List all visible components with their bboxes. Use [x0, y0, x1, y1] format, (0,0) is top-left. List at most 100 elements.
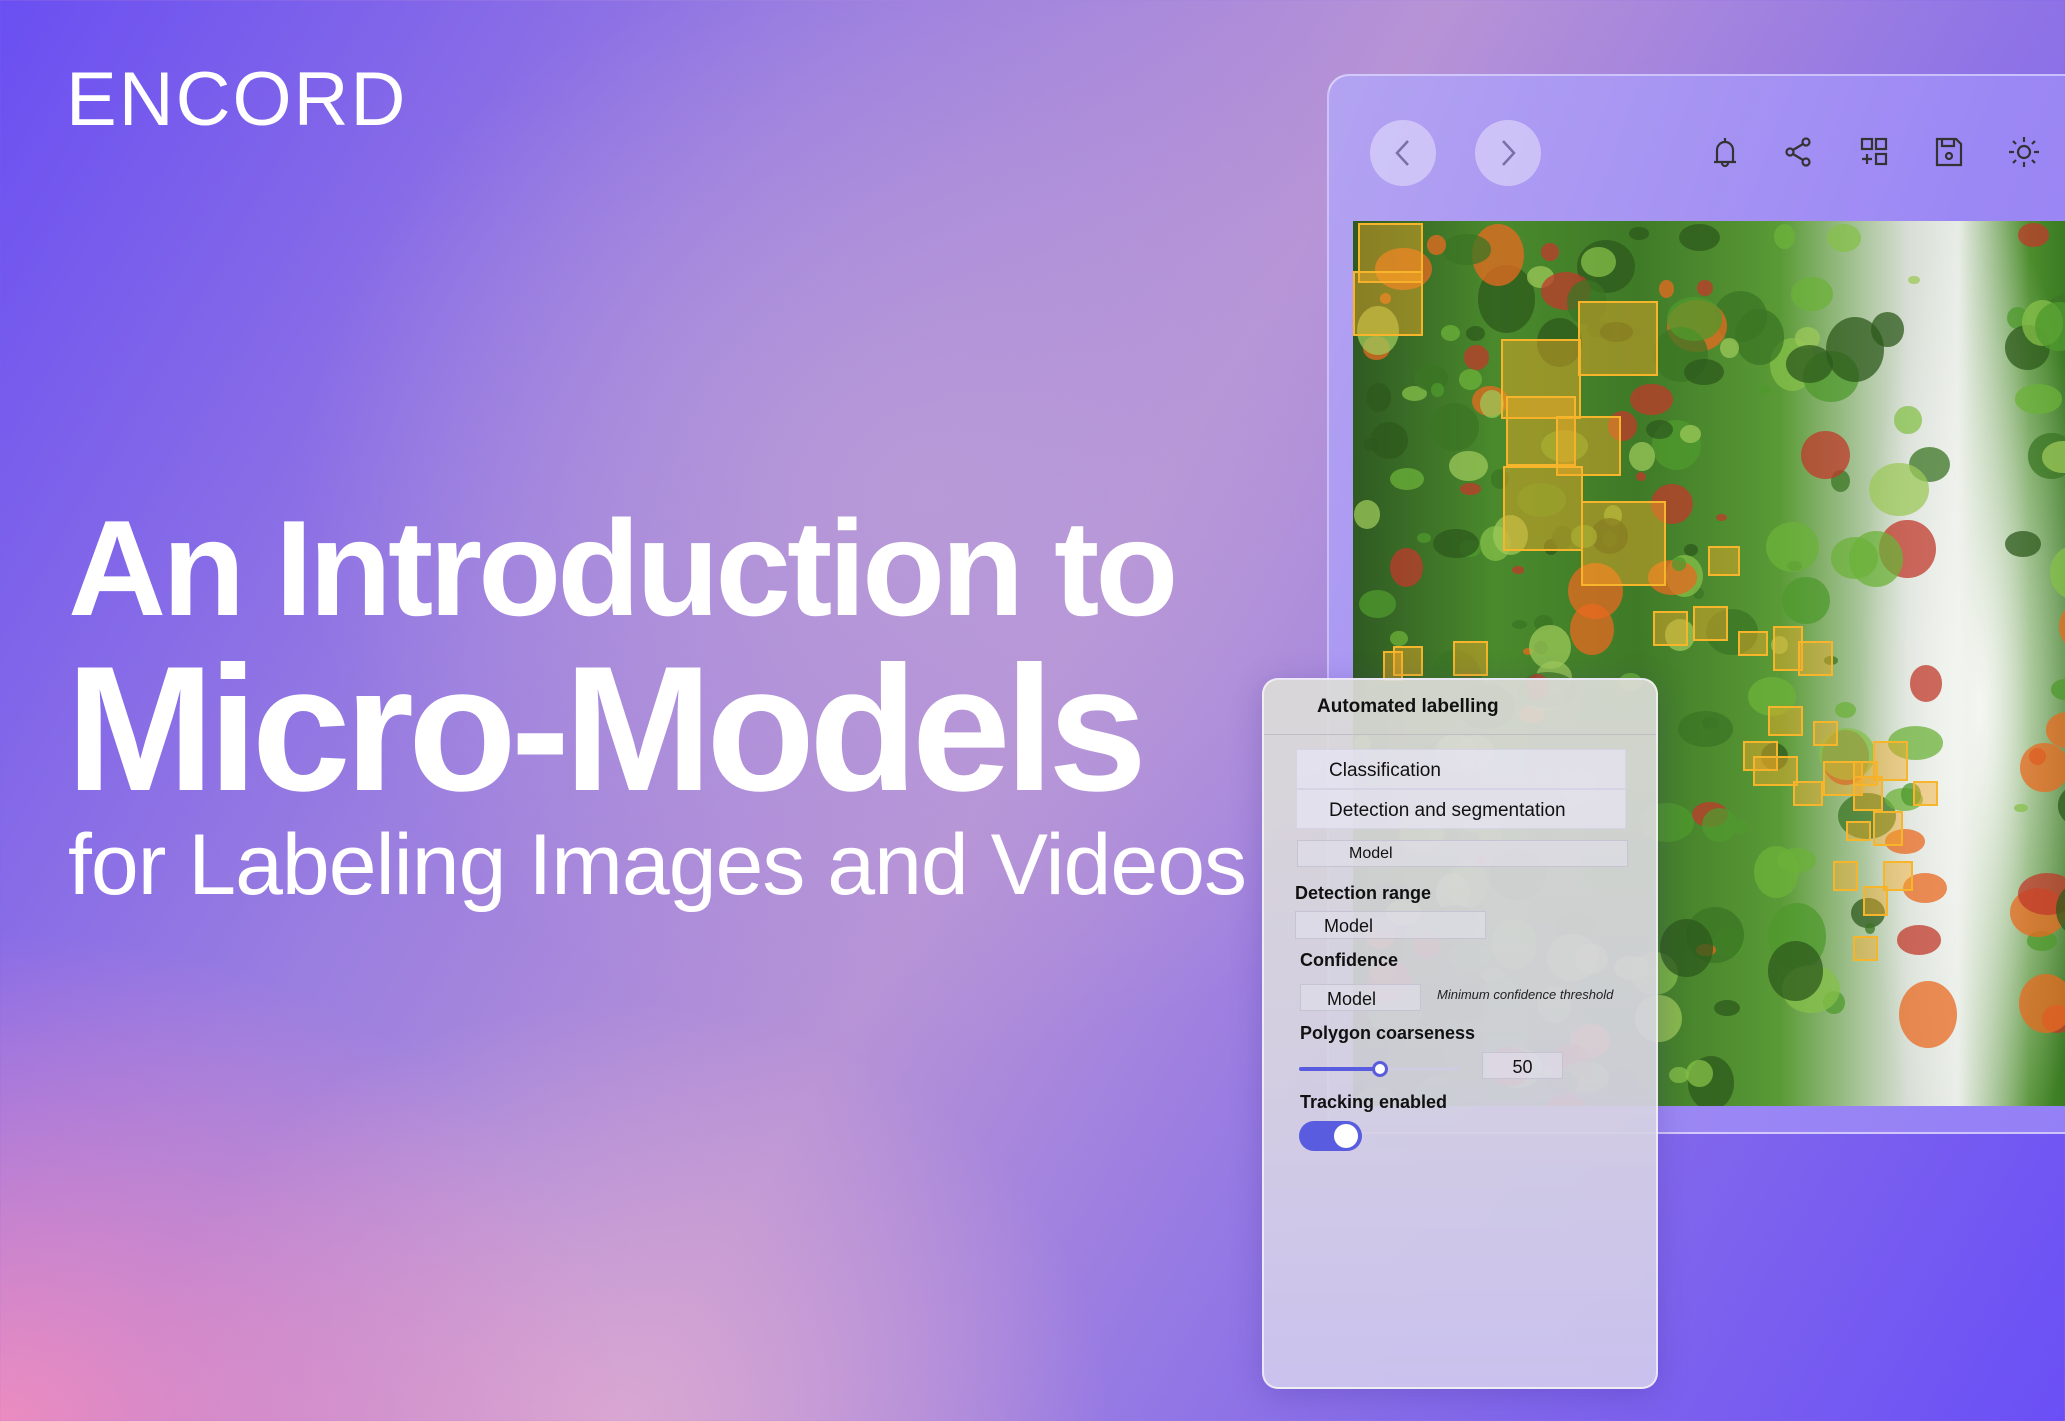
foliage-blob [1358, 589, 1396, 618]
foliage-blob [1684, 358, 1725, 385]
toggle-knob [1334, 1124, 1358, 1148]
foliage-blob [1427, 235, 1446, 255]
model-select[interactable]: Model [1297, 840, 1628, 867]
detection-bounding-box[interactable] [1708, 546, 1740, 576]
foliage-blob [1677, 710, 1733, 748]
automated-labelling-panel: Automated labelling Classification Detec… [1262, 678, 1658, 1389]
foliage-blob [1896, 925, 1942, 955]
add-widget-icon[interactable] [1857, 135, 1891, 169]
foliage-blob [1848, 530, 1903, 588]
foliage-blob [2057, 783, 2065, 828]
hero-title-line2: Micro-Models [66, 629, 1147, 828]
foliage-blob [1354, 500, 1381, 529]
sun-icon[interactable] [2007, 135, 2041, 169]
foliage-blob [2018, 973, 2065, 1033]
detection-bounding-box[interactable] [1693, 606, 1728, 641]
foliage-blob [2014, 384, 2063, 414]
foliage-blob [1390, 468, 1425, 491]
foliage-blob [2018, 223, 2049, 248]
foliage-blob [1629, 227, 1650, 240]
detection-bounding-box[interactable] [1853, 936, 1878, 961]
detection-bounding-box[interactable] [1913, 781, 1938, 806]
detection-bounding-box[interactable] [1653, 611, 1688, 646]
foliage-blob [1365, 382, 1391, 413]
foliage-blob [1765, 521, 1819, 572]
detection-bounding-box[interactable] [1846, 821, 1871, 841]
foliage-blob [1791, 276, 1833, 311]
foliage-blob [1441, 234, 1492, 265]
detection-bounding-box[interactable] [1768, 706, 1803, 736]
foliage-blob [1782, 576, 1831, 625]
foliage-blob [1801, 430, 1850, 480]
detection-bounding-box[interactable] [1753, 756, 1798, 786]
chevron-left-icon [1395, 140, 1409, 166]
detection-bounding-box[interactable] [1873, 741, 1908, 781]
forward-button[interactable] [1475, 120, 1541, 186]
save-icon[interactable] [1932, 135, 1966, 169]
option-classification[interactable]: Classification [1296, 749, 1626, 789]
foliage-blob [2005, 530, 2042, 558]
detection-bounding-box[interactable] [1453, 641, 1488, 676]
back-button[interactable] [1370, 120, 1436, 186]
share-icon[interactable] [1782, 135, 1816, 169]
tracking-enabled-label: Tracking enabled [1300, 1092, 1448, 1112]
detection-range-select[interactable]: Model [1295, 911, 1486, 939]
detection-bounding-box[interactable] [1798, 641, 1833, 676]
detection-bounding-box[interactable] [1581, 501, 1666, 586]
divider [1264, 734, 1656, 735]
foliage-blob [2013, 804, 2028, 813]
foliage-blob [1767, 941, 1824, 1002]
detection-bounding-box[interactable] [1503, 466, 1583, 551]
foliage-blob [1776, 847, 1817, 873]
foliage-blob [1679, 224, 1721, 252]
polygon-coarseness-label: Polygon coarseness [1300, 1023, 1476, 1043]
foliage-blob [2058, 599, 2065, 654]
foliage-blob [1441, 325, 1460, 341]
foliage-blob [1834, 702, 1857, 719]
foliage-blob [1894, 405, 1922, 434]
foliage-blob [1629, 383, 1673, 416]
foliage-blob [1458, 369, 1483, 391]
detection-bounding-box[interactable] [1833, 861, 1858, 891]
foliage-blob [1636, 472, 1647, 481]
bell-icon[interactable] [1708, 135, 1742, 169]
foliage-blob [1390, 630, 1409, 647]
chevron-right-icon [1502, 140, 1516, 166]
foliage-blob [1908, 275, 1920, 284]
foliage-blob [1696, 279, 1714, 296]
foliage-blob [1512, 619, 1527, 629]
encord-logo: ENCORD [66, 57, 408, 142]
foliage-blob [1541, 242, 1560, 261]
coarseness-value-input[interactable]: 50 [1482, 1052, 1563, 1079]
coarseness-slider-thumb[interactable] [1371, 1061, 1388, 1077]
detection-bounding-box[interactable] [1873, 811, 1903, 846]
foliage-blob [2051, 679, 2065, 700]
confidence-select[interactable]: Model [1300, 984, 1421, 1011]
foliage-blob [1431, 382, 1444, 397]
option-detection-segmentation[interactable]: Detection and segmentation [1296, 789, 1626, 829]
detection-bounding-box[interactable] [1383, 651, 1403, 681]
confidence-label: Confidence [1300, 950, 1399, 970]
foliage-blob [1660, 919, 1713, 977]
foliage-blob [1701, 807, 1737, 843]
foliage-blob [1671, 557, 1687, 571]
foliage-blob [1659, 280, 1675, 298]
detection-bounding-box[interactable] [1813, 721, 1838, 746]
confidence-hint: Minimum confidence threshold [1437, 987, 1614, 1002]
foliage-blob [1869, 463, 1929, 516]
foliage-blob [1511, 566, 1524, 575]
foliage-blob [1430, 402, 1479, 452]
foliage-blob [1684, 543, 1699, 556]
hero-subtitle: for Labeling Images and Videos [68, 817, 1247, 913]
coarseness-slider-track[interactable] [1299, 1061, 1460, 1077]
detection-bounding-box[interactable] [1738, 631, 1768, 656]
foliage-blob [1864, 923, 1876, 935]
foliage-blob [1898, 980, 1958, 1049]
tracking-toggle[interactable] [1299, 1121, 1362, 1151]
foliage-blob [2050, 545, 2065, 599]
detection-bounding-box[interactable] [1578, 301, 1658, 376]
detection-bounding-box[interactable] [1853, 761, 1878, 786]
detection-bounding-box[interactable] [1793, 781, 1823, 806]
detection-bounding-box[interactable] [1353, 271, 1423, 336]
detection-bounding-box[interactable] [1863, 886, 1888, 916]
